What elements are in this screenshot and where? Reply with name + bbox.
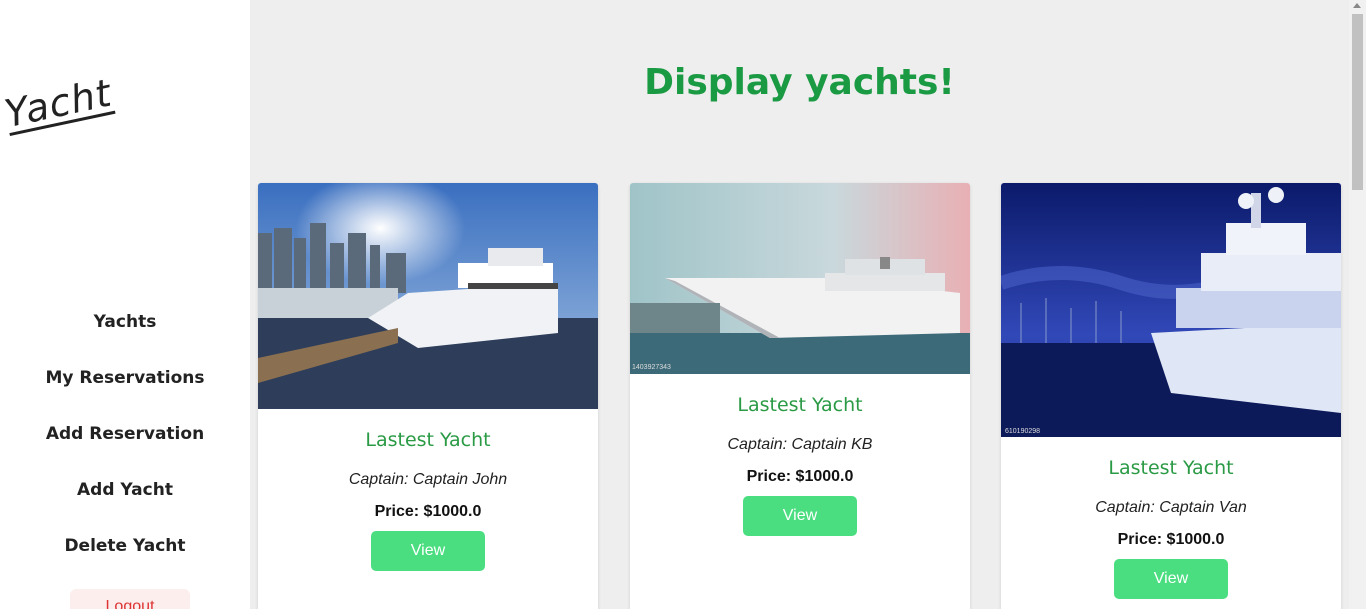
card-title: Lastest Yacht: [365, 429, 491, 451]
logout-button[interactable]: Logout: [70, 589, 190, 609]
sidebar: Yacht Yachts My Reservations Add Reserva…: [0, 0, 250, 609]
card-title: Lastest Yacht: [737, 394, 863, 416]
card-price: Price: $1000.0: [746, 468, 854, 485]
sidebar-item-yachts[interactable]: Yachts: [0, 300, 250, 356]
scroll-up-arrow-icon[interactable]: [1353, 3, 1361, 8]
sidebar-item-delete-yacht[interactable]: Delete Yacht: [0, 524, 250, 580]
view-button[interactable]: View: [371, 531, 485, 571]
app-logo[interactable]: Yacht: [1, 71, 116, 136]
image-watermark: 610190298: [1005, 428, 1040, 435]
yacht-card: Lastest Yacht Captain: Captain John Pric…: [258, 183, 598, 609]
sidebar-nav: Yachts My Reservations Add Reservation A…: [0, 300, 250, 580]
yacht-card: 1403927343 Lastest Yacht Captain: Captai…: [630, 183, 970, 609]
card-price: Price: $1000.0: [1117, 531, 1225, 548]
vertical-scrollbar[interactable]: [1349, 0, 1366, 609]
sidebar-item-add-yacht[interactable]: Add Yacht: [0, 468, 250, 524]
yacht-image: [258, 183, 598, 409]
view-button[interactable]: View: [743, 496, 857, 536]
card-price: Price: $1000.0: [374, 503, 482, 520]
page-title: Display yachts!: [644, 62, 955, 103]
card-captain: Captain: Captain Van: [1095, 499, 1247, 516]
yacht-image: 610190298: [1001, 183, 1341, 437]
sidebar-item-my-reservations[interactable]: My Reservations: [0, 356, 250, 412]
card-captain: Captain: Captain KB: [727, 436, 873, 453]
sidebar-item-add-reservation[interactable]: Add Reservation: [0, 412, 250, 468]
image-watermark: 1403927343: [632, 364, 671, 371]
card-captain: Captain: Captain John: [348, 471, 508, 488]
card-title: Lastest Yacht: [1108, 457, 1234, 479]
yacht-image: 1403927343: [630, 183, 970, 374]
view-button[interactable]: View: [1114, 559, 1228, 599]
yacht-card: 610190298 Lastest Yacht Captain: Captain…: [1001, 183, 1341, 609]
scrollbar-thumb[interactable]: [1352, 14, 1363, 190]
main-content: Display yachts! Lastest Yacht Captain: C…: [250, 0, 1349, 609]
